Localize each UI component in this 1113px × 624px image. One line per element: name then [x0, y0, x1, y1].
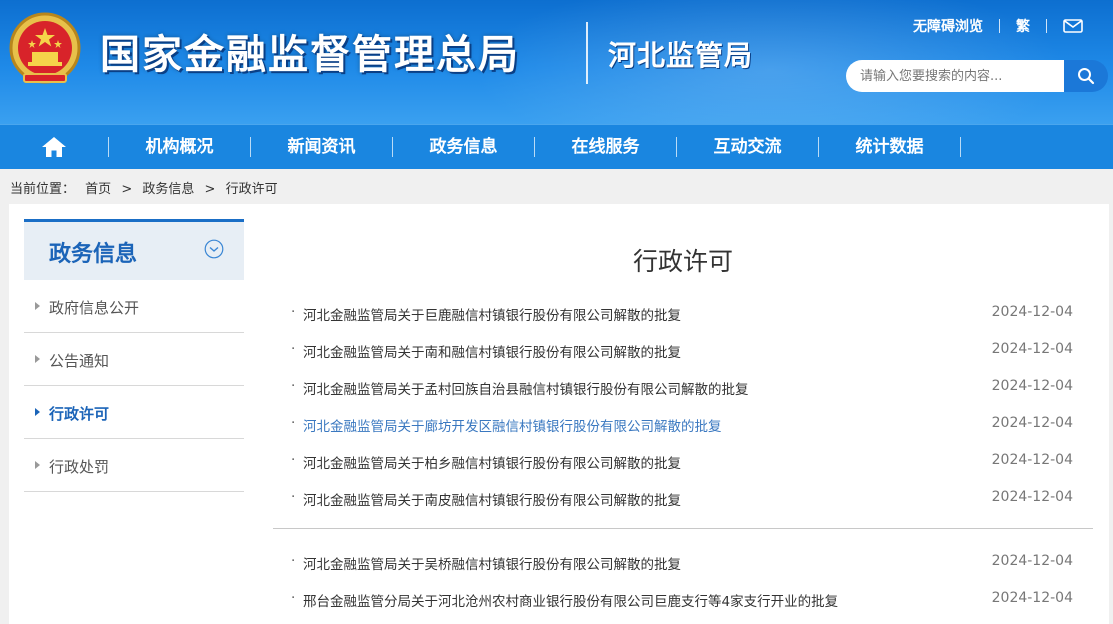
search-box	[846, 60, 1108, 92]
nav-item-gov-info[interactable]: 政务信息	[393, 125, 534, 169]
title-divider	[586, 22, 588, 84]
list-item-date: 2024-12-04	[991, 489, 1073, 505]
nav-separator	[960, 137, 961, 157]
list-item[interactable]: · 河北金融监管局关于南皮融信村镇银行股份有限公司解散的批复 2024-12-0…	[273, 479, 1093, 516]
breadcrumb-separator: >	[121, 182, 133, 197]
sidebar-item-label: 公告通知	[49, 352, 110, 370]
sidebar-item-admin-license[interactable]: 行政许可	[24, 386, 244, 439]
bullet: ·	[291, 341, 296, 357]
sidebar-item-gov-disclosure[interactable]: 政府信息公开	[24, 280, 244, 333]
list-item[interactable]: · 河北金融监管局关于孟村回族自治县融信村镇银行股份有限公司解散的批复 2024…	[273, 368, 1093, 405]
nav-item-online-service[interactable]: 在线服务	[535, 125, 676, 169]
mail-icon[interactable]	[1063, 19, 1083, 33]
sub-title[interactable]: 河北监管局	[608, 34, 753, 74]
list-item-title[interactable]: 河北金融监管局关于南皮融信村镇银行股份有限公司解散的批复	[303, 489, 681, 509]
bullet: ·	[291, 415, 296, 431]
bullet: ·	[291, 304, 296, 320]
search-icon	[1078, 68, 1095, 85]
sidebar: 政务信息 政府信息公开 公告通知 行政许可 行政处罚	[24, 219, 244, 492]
search-button[interactable]	[1064, 60, 1108, 92]
traditional-chinese-link[interactable]: 繁	[1016, 16, 1030, 36]
nav-home[interactable]	[0, 125, 108, 169]
site-header: 国家金融监督管理总局 河北监管局 无障碍浏览 繁	[0, 0, 1113, 124]
home-icon	[42, 137, 66, 157]
list-item-date: 2024-12-04	[991, 341, 1073, 357]
bullet: ·	[291, 553, 296, 569]
license-list: · 河北金融监管局关于巨鹿融信村镇银行股份有限公司解散的批复 2024-12-0…	[273, 294, 1093, 617]
list-item-date: 2024-12-04	[991, 452, 1073, 468]
breadcrumb-home[interactable]: 首页	[85, 182, 111, 197]
breadcrumb-separator: >	[204, 182, 216, 197]
list-item[interactable]: · 河北金融监管局关于巨鹿融信村镇银行股份有限公司解散的批复 2024-12-0…	[273, 294, 1093, 331]
nav-item-org[interactable]: 机构概况	[109, 125, 250, 169]
list-item-title[interactable]: 邢台金融监管分局关于河北沧州农村商业银行股份有限公司巨鹿支行等4家支行开业的批复	[303, 590, 838, 610]
bullet: ·	[291, 378, 296, 394]
chevron-down-circle-icon[interactable]	[204, 239, 224, 259]
list-item-title[interactable]: 河北金融监管局关于南和融信村镇银行股份有限公司解散的批复	[303, 341, 681, 361]
page-title: 行政许可	[632, 247, 733, 276]
main-nav: 机构概况 新闻资讯 政务信息 在线服务 互动交流 统计数据	[0, 124, 1113, 169]
list-item-title[interactable]: 河北金融监管局关于廊坊开发区融信村镇银行股份有限公司解散的批复	[303, 415, 722, 435]
bullet: ·	[291, 489, 296, 505]
top-links: 无障碍浏览 繁	[913, 16, 1083, 36]
accessibility-link[interactable]: 无障碍浏览	[913, 16, 983, 36]
nav-item-interaction[interactable]: 互动交流	[677, 125, 818, 169]
caret-right-icon	[35, 461, 40, 469]
breadcrumb-gov-info[interactable]: 政务信息	[142, 182, 194, 197]
sidebar-item-admin-penalty[interactable]: 行政处罚	[24, 439, 244, 492]
caret-right-icon	[35, 355, 40, 363]
list-item-title[interactable]: 河北金融监管局关于孟村回族自治县融信村镇银行股份有限公司解散的批复	[303, 378, 749, 398]
list-item-date: 2024-12-04	[991, 415, 1073, 431]
nav-item-statistics[interactable]: 统计数据	[819, 125, 960, 169]
bullet: ·	[291, 452, 296, 468]
sidebar-title: 政务信息	[49, 242, 138, 267]
list-item[interactable]: · 河北金融监管局关于吴桥融信村镇银行股份有限公司解散的批复 2024-12-0…	[273, 543, 1093, 580]
content-panel: 政务信息 政府信息公开 公告通知 行政许可 行政处罚 行政许可 · 河北金融监管…	[9, 204, 1109, 624]
caret-right-icon	[35, 408, 40, 416]
breadcrumb-current[interactable]: 行政许可	[226, 182, 278, 197]
sidebar-header[interactable]: 政务信息	[24, 219, 244, 280]
search-input[interactable]	[846, 60, 1064, 92]
sidebar-item-label: 行政许可	[49, 405, 110, 423]
bullet: ·	[291, 590, 296, 606]
list-item[interactable]: · 邢台金融监管分局关于河北沧州农村商业银行股份有限公司巨鹿支行等4家支行开业的…	[273, 580, 1093, 617]
list-item[interactable]: · 河北金融监管局关于柏乡融信村镇银行股份有限公司解散的批复 2024-12-0…	[273, 442, 1093, 479]
nav-item-news[interactable]: 新闻资讯	[251, 125, 392, 169]
sidebar-item-label: 行政处罚	[49, 458, 110, 476]
breadcrumb-label: 当前位置：	[10, 182, 76, 197]
list-item[interactable]: · 河北金融监管局关于南和融信村镇银行股份有限公司解散的批复 2024-12-0…	[273, 331, 1093, 368]
link-separator	[999, 19, 1000, 33]
site-title[interactable]: 国家金融监督管理总局	[100, 22, 520, 80]
list-item-date: 2024-12-04	[991, 378, 1073, 394]
sidebar-item-announcements[interactable]: 公告通知	[24, 333, 244, 386]
caret-right-icon	[35, 302, 40, 310]
list-item-date: 2024-12-04	[991, 553, 1073, 569]
list-item-date: 2024-12-04	[991, 590, 1073, 606]
list-item-title[interactable]: 河北金融监管局关于吴桥融信村镇银行股份有限公司解散的批复	[303, 553, 681, 573]
national-emblem-icon[interactable]	[8, 10, 82, 90]
breadcrumb: 当前位置： 首页 > 政务信息 > 行政许可	[10, 178, 284, 197]
list-item-title[interactable]: 河北金融监管局关于巨鹿融信村镇银行股份有限公司解散的批复	[303, 304, 681, 324]
list-item-title[interactable]: 河北金融监管局关于柏乡融信村镇银行股份有限公司解散的批复	[303, 452, 681, 472]
list-item[interactable]: · 河北金融监管局关于廊坊开发区融信村镇银行股份有限公司解散的批复 2024-1…	[273, 405, 1093, 442]
link-separator	[1046, 19, 1047, 33]
list-item-date: 2024-12-04	[991, 304, 1073, 320]
sidebar-item-label: 政府信息公开	[49, 299, 140, 317]
